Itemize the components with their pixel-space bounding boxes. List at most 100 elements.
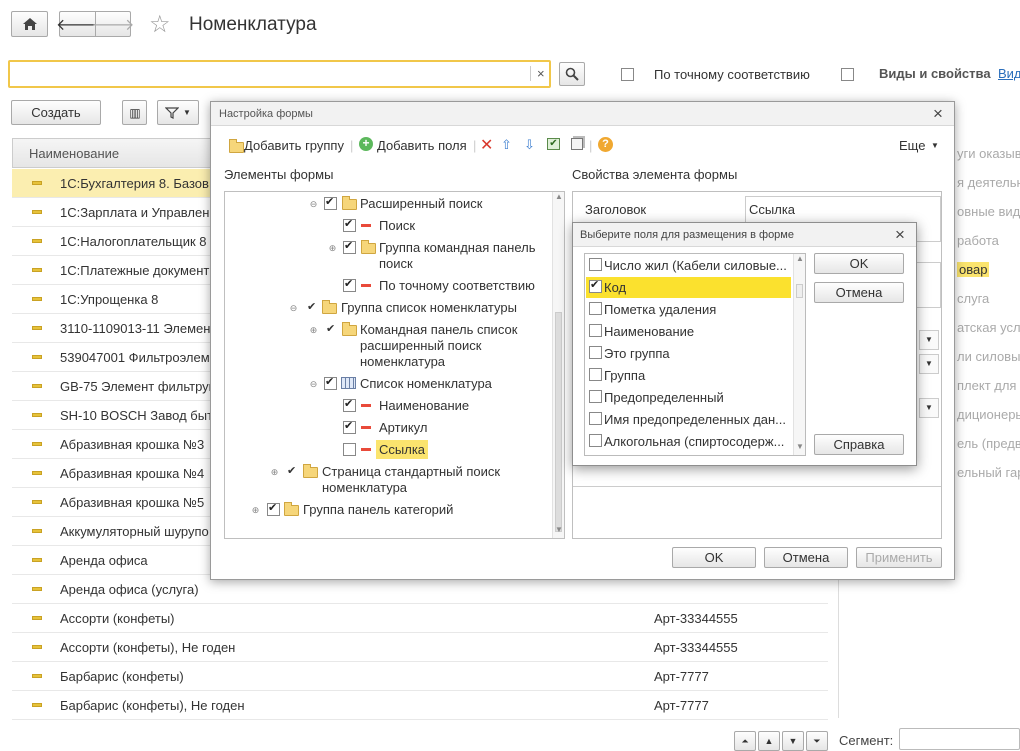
prop-dropdown[interactable]: ▼ — [919, 354, 939, 374]
search-field[interactable]: × — [8, 60, 551, 88]
favorite-star-icon[interactable]: ☆ — [149, 10, 171, 39]
add-fields-button[interactable]: Добавить поля — [377, 138, 467, 153]
folder-icon — [284, 502, 299, 516]
table-row[interactable]: Барбарис (конфеты), Не годен Арт-7777 — [12, 691, 828, 720]
search-button[interactable] — [559, 62, 585, 86]
fields-list[interactable]: Число жил (Кабели силовые... Код Пометка у… — [584, 253, 806, 456]
tree-checkbox[interactable] — [324, 195, 337, 210]
field-option-checkbox[interactable] — [589, 258, 602, 271]
item-icon — [32, 616, 42, 620]
table-row[interactable]: Ассорти (конфеты), Не годен Арт-33344555 — [12, 633, 828, 662]
tree-checkbox[interactable] — [343, 397, 356, 412]
forward-button[interactable]: 🡒 — [92, 11, 134, 37]
dialog-cancel-button[interactable]: Отмена — [764, 547, 848, 568]
copy-icon[interactable] — [571, 138, 583, 150]
field-option[interactable]: Алкогольная (спиртосодерж... — [586, 431, 791, 452]
close-icon[interactable]: × — [933, 104, 943, 124]
add-group-icon — [229, 139, 244, 153]
prop-dropdown[interactable]: ▼ — [919, 330, 939, 350]
tree-check-mark[interactable]: ✔ — [326, 322, 335, 335]
search-input[interactable] — [14, 63, 524, 85]
close-icon[interactable]: × — [895, 225, 905, 245]
prop-dropdown[interactable]: ▼ — [919, 398, 939, 418]
segment-label: Сегмент: — [839, 733, 894, 748]
exact-match-checkbox[interactable] — [621, 68, 634, 81]
field-option-checkbox[interactable] — [589, 434, 602, 447]
fields-ok-button[interactable]: OK — [814, 253, 904, 274]
chevron-down-icon: ▼ — [183, 108, 191, 117]
barcode-button[interactable]: ▥ — [122, 100, 147, 125]
filter-button[interactable]: ▼ — [157, 100, 199, 125]
fields-help-button[interactable]: Справка — [814, 434, 904, 455]
tree-checkbox[interactable] — [343, 277, 356, 292]
field-option[interactable]: Число жил (Кабели силовые... — [586, 255, 791, 276]
tree-checkbox[interactable] — [343, 217, 356, 232]
kinds-link[interactable]: Вид — [998, 66, 1020, 81]
table-row[interactable]: Ассорти (конфеты) Арт-33344555 — [12, 604, 828, 633]
field-option[interactable]: Код — [586, 277, 791, 298]
elements-tree[interactable]: ▲ ▼ ⊖ Расширенный поиск Поиск ⊕ Группа к… — [224, 191, 565, 539]
field-option-checkbox[interactable] — [589, 278, 602, 293]
clear-icon[interactable]: × — [530, 66, 545, 81]
right-panel-item: работа — [957, 233, 999, 248]
table-row[interactable]: Барбарис (конфеты) Арт-7777 — [12, 662, 828, 691]
help-icon[interactable]: ? — [598, 137, 613, 152]
create-button[interactable]: Создать — [11, 100, 101, 125]
fields-scrollbar[interactable]: ▲ ▼ — [793, 254, 805, 455]
scroll-down-button[interactable]: ▼ — [782, 731, 804, 751]
tree-check-mark[interactable]: ✔ — [287, 464, 296, 477]
field-icon — [361, 224, 371, 227]
tree-checkbox[interactable] — [324, 375, 337, 390]
expand-toggle[interactable]: ⊕ — [251, 506, 260, 515]
move-up-icon[interactable]: ⇧ — [501, 137, 512, 153]
field-option-checkbox[interactable] — [589, 302, 602, 315]
tree-checkbox[interactable] — [343, 419, 356, 434]
dialog-apply-button[interactable]: Применить — [856, 547, 942, 568]
fields-cancel-button[interactable]: Отмена — [814, 282, 904, 303]
field-option[interactable]: Имя предопределенных дан... — [586, 409, 791, 430]
field-option[interactable]: Предопределенный — [586, 387, 791, 408]
tree-check-mark[interactable]: ✔ — [307, 300, 316, 313]
scroll-up-button[interactable]: ▲ — [758, 731, 780, 751]
page-title: Номенклатура — [189, 14, 317, 35]
tree-scrollbar[interactable]: ▲ ▼ — [552, 192, 564, 538]
delete-icon[interactable]: ✕ — [480, 135, 493, 155]
tree-checkbox[interactable] — [343, 443, 356, 456]
item-icon — [32, 500, 42, 504]
field-option-checkbox[interactable] — [589, 412, 602, 425]
collapse-toggle[interactable]: ⊖ — [309, 380, 318, 389]
scroll-bottom-button[interactable]: ⏷ — [806, 731, 828, 751]
tree-checkbox[interactable] — [343, 239, 356, 254]
tree-item-selected[interactable]: Ссылка — [376, 440, 429, 459]
field-option-label: Группа — [604, 368, 646, 383]
field-option-checkbox[interactable] — [589, 324, 602, 337]
field-option[interactable]: Наименование — [586, 321, 791, 342]
kinds-checkbox[interactable] — [841, 68, 854, 81]
move-down-icon[interactable]: ⇩ — [524, 137, 535, 153]
field-option-label: Имя предопределенных дан... — [604, 412, 787, 427]
field-option[interactable]: Это группа — [586, 343, 791, 364]
field-option-checkbox[interactable] — [589, 390, 602, 403]
column-header-name[interactable]: Наименование — [29, 146, 119, 161]
expand-toggle[interactable]: ⊕ — [270, 468, 279, 477]
more-button[interactable]: Еще — [899, 138, 925, 153]
dialog-ok-button[interactable]: OK — [672, 547, 756, 568]
field-option[interactable]: Группа — [586, 365, 791, 386]
tree-checkbox[interactable] — [267, 501, 280, 516]
props-title: Свойства элемента формы — [572, 167, 738, 182]
expand-toggle[interactable]: ⊕ — [328, 244, 337, 253]
dialog-titlebar: Настройка формы × — [211, 102, 954, 126]
check-all-icon[interactable]: ✔ — [547, 138, 560, 150]
collapse-toggle[interactable]: ⊖ — [289, 304, 298, 313]
field-option-label: Число жил (Кабели силовые... — [604, 258, 787, 273]
add-group-button[interactable]: Добавить группу — [244, 138, 344, 153]
scroll-top-button[interactable]: ⏶ — [734, 731, 756, 751]
field-option-checkbox[interactable] — [589, 368, 602, 381]
collapse-toggle[interactable]: ⊖ — [309, 200, 318, 209]
field-option-checkbox[interactable] — [589, 346, 602, 359]
expand-toggle[interactable]: ⊕ — [309, 326, 318, 335]
field-option[interactable]: Пометка удаления — [586, 299, 791, 320]
home-button[interactable] — [11, 11, 48, 37]
segment-field[interactable] — [899, 728, 1020, 750]
back-button[interactable]: 🡐 — [56, 11, 99, 37]
